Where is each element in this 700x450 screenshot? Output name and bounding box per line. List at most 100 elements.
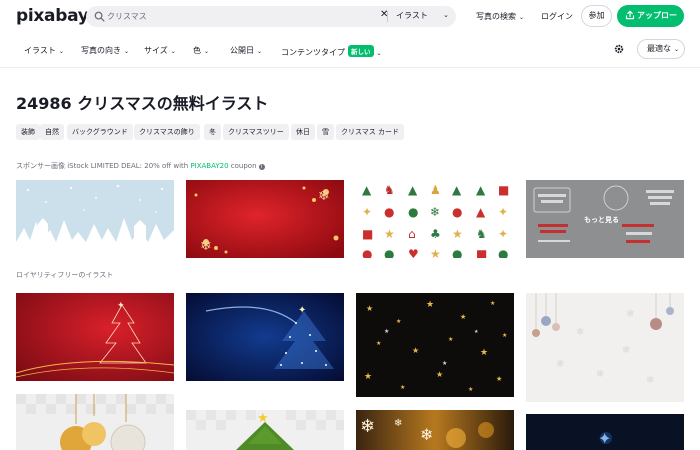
photo-search-label: 写真の検索 <box>476 12 516 21</box>
upload-button[interactable]: アップロード <box>617 5 684 42</box>
sponsored-image-red-snowflakes[interactable]: ❄ ❄ <box>186 180 344 258</box>
svg-text:★: ★ <box>460 313 466 321</box>
image-gold-ornaments[interactable] <box>16 394 174 450</box>
page-title: 24986 クリスマスの無料イラスト <box>16 94 269 113</box>
chevron-down-icon: ⌄ <box>674 46 680 53</box>
svg-text:●: ● <box>384 247 394 258</box>
tag-chip[interactable]: 雪 <box>317 124 334 140</box>
photo-search-menu[interactable]: 写真の検索 ⌄ <box>476 11 524 22</box>
tag-chip[interactable]: クリスマスツリー <box>223 124 289 140</box>
image-baubles[interactable]: ❄ ❄ ❄ ❄ ❄ ❄ <box>526 293 684 402</box>
svg-text:★: ★ <box>452 227 463 241</box>
svg-text:●: ● <box>452 247 462 258</box>
filter-label: コンテンツタイプ <box>281 48 345 57</box>
tag-chip[interactable]: 装飾 <box>16 124 40 140</box>
top-header: pixabay ✕ イラスト ⌄ 写真の検索⌄ ログイン 参加 アップロード <box>0 0 700 42</box>
svg-text:■: ■ <box>498 183 509 197</box>
filter-label: 写真の向き <box>81 46 121 55</box>
image-gold-snowflakes[interactable]: ❄ ❄ ❄ <box>356 410 514 450</box>
svg-text:★: ★ <box>496 375 502 383</box>
sponsor-text: スポンサー画像 iStock LIMITED DEAL: 20% off wit… <box>16 162 191 170</box>
svg-text:★: ★ <box>376 340 381 347</box>
svg-text:▲: ▲ <box>476 183 486 197</box>
upload-icon <box>625 10 635 20</box>
svg-text:♥: ♥ <box>408 247 419 258</box>
filter-label: サイズ <box>144 46 168 55</box>
coupon-code[interactable]: PIXABAY20 <box>190 162 228 170</box>
svg-text:●: ● <box>498 247 508 258</box>
search-type-select[interactable]: イラスト <box>396 10 428 21</box>
divider <box>0 67 700 68</box>
join-button[interactable]: 参加 <box>581 5 612 27</box>
sort-select[interactable]: 最適な ⌄ <box>637 39 685 59</box>
image-red-tree[interactable]: ✦ <box>16 293 174 381</box>
svg-text:❄: ❄ <box>420 425 433 444</box>
tag-chip[interactable]: 冬 <box>204 124 221 140</box>
svg-text:▲: ▲ <box>452 183 462 197</box>
svg-text:❄: ❄ <box>360 416 375 437</box>
svg-text:●: ● <box>408 205 418 219</box>
svg-text:●: ● <box>384 205 394 219</box>
image-green-tree[interactable]: ★ <box>186 410 344 450</box>
sponsored-image-christmas-icons[interactable]: ▲ ♞ ▲ ♟ ▲ ▲ ■ ✦ ● ● ❄ ● ▲ ✦ ■ ★ ⌂ ♣ ★ ♞ ✦ ● ● ♥ ★ ● ■ ● <box>356 180 514 258</box>
chevron-down-icon: ⌄ <box>376 50 382 57</box>
image-sparkle-tree[interactable]: ✦ <box>186 293 344 381</box>
sponsor-suffix: coupon <box>228 162 257 170</box>
login-link[interactable]: ログイン <box>541 11 573 22</box>
svg-text:✦: ✦ <box>117 301 125 311</box>
svg-text:●: ● <box>452 205 462 219</box>
svg-text:★: ★ <box>364 372 372 382</box>
gold-stars-art: ★★★★★ ★★★★★ ★★★★★ ★★★ <box>356 293 514 397</box>
night-sparkle-art: ✦ <box>526 414 684 450</box>
filter-media-type[interactable]: イラスト ⌄ <box>24 45 64 56</box>
tag-chip[interactable]: 自然 <box>40 124 64 140</box>
svg-text:■: ■ <box>362 227 373 241</box>
red-tree-art: ✦ <box>16 293 174 381</box>
filter-color[interactable]: 色 ⌄ <box>193 45 209 56</box>
svg-text:★: ★ <box>426 300 434 310</box>
svg-text:▲: ▲ <box>476 205 486 219</box>
svg-text:▲: ▲ <box>362 183 372 197</box>
svg-text:❄: ❄ <box>394 418 402 429</box>
chevron-down-icon: ⌄ <box>257 48 263 55</box>
svg-text:♞: ♞ <box>384 183 395 197</box>
tag-chip[interactable]: バックグラウンド <box>67 124 133 140</box>
snowy-village-art <box>16 180 174 258</box>
svg-text:★: ★ <box>442 360 447 367</box>
tag-chip[interactable]: クリスマスの飾り <box>134 124 200 140</box>
tag-chip[interactable]: クリスマス カード <box>336 124 405 140</box>
svg-text:★: ★ <box>474 329 479 335</box>
chevron-down-icon: ⌄ <box>519 14 525 21</box>
search-divider <box>387 11 388 22</box>
svg-text:❄: ❄ <box>622 345 630 356</box>
new-badge: 新しい <box>348 45 374 57</box>
svg-text:★: ★ <box>257 411 269 426</box>
svg-text:✦: ✦ <box>498 227 508 241</box>
info-icon[interactable]: i <box>258 164 265 170</box>
filter-published[interactable]: 公開日 ⌄ <box>230 45 262 56</box>
filter-orientation[interactable]: 写真の向き ⌄ <box>81 45 129 56</box>
baubles-art: ❄ ❄ ❄ ❄ ❄ ❄ <box>526 293 684 402</box>
more-overlay[interactable]: もっと見る <box>584 215 619 225</box>
svg-text:❄: ❄ <box>200 238 212 254</box>
svg-text:★: ★ <box>366 304 373 313</box>
svg-text:★: ★ <box>502 332 507 339</box>
sponsored-image-snowy-village[interactable] <box>16 180 174 258</box>
filter-bar: イラスト ⌄ 写真の向き ⌄ サイズ ⌄ 色 ⌄ 公開日 ⌄ コンテンツタイプ 新しい ⌄ <box>0 38 700 64</box>
search-icon <box>94 11 105 22</box>
gear-icon[interactable] <box>614 44 624 54</box>
svg-text:★: ★ <box>384 328 389 335</box>
search-bar[interactable]: ✕ イラスト ⌄ <box>86 6 456 27</box>
filter-size[interactable]: サイズ ⌄ <box>144 45 176 56</box>
pixabay-logo[interactable]: pixabay <box>16 6 89 26</box>
image-night-sparkle[interactable]: ✦ <box>526 414 684 450</box>
filter-content-type[interactable]: コンテンツタイプ 新しい ⌄ <box>281 45 382 58</box>
image-gold-stars[interactable]: ★ ★ ★ ★ ★ ★ ★ ★ ★ ★ ★ ★ ★ ★ ★ ★ ★ ★ <box>356 293 514 397</box>
sponsored-image-holiday-typography[interactable]: もっと見る <box>526 180 684 258</box>
gold-snowflakes-art: ❄ ❄ ❄ <box>356 410 514 450</box>
chevron-down-icon[interactable]: ⌄ <box>443 11 449 19</box>
svg-text:❄: ❄ <box>318 188 330 204</box>
svg-text:★: ★ <box>400 384 405 391</box>
tag-chip[interactable]: 休日 <box>291 124 315 140</box>
search-input[interactable] <box>107 9 357 24</box>
